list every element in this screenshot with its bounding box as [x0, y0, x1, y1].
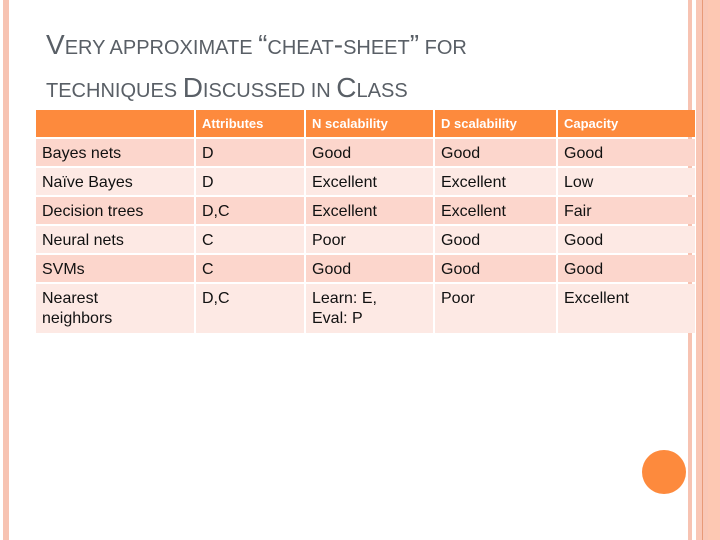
cell-technique: Decision trees [36, 197, 194, 224]
cell-d-scalability: Poor [435, 284, 556, 333]
title-line-1: VERY APPROXIMATE “CHEAT-SHEET” FOR [46, 24, 467, 67]
cell-capacity: Fair [558, 197, 695, 224]
decorative-circle-icon [642, 450, 686, 494]
cell-d-scalability: Good [435, 255, 556, 282]
title-segment: ERY APPROXIMATE [64, 37, 259, 59]
left-border-stripe [3, 0, 9, 540]
comparison-table: Attributes N scalability D scalability C… [34, 108, 697, 335]
cell-attributes: C [196, 226, 304, 253]
title-segment: D [182, 72, 203, 103]
header-cell-attributes: Attributes [196, 110, 304, 137]
table-row: Decision trees D,C Excellent Excellent F… [36, 197, 695, 224]
cell-attributes: D,C [196, 284, 304, 333]
table-row: Neural nets C Poor Good Good [36, 226, 695, 253]
title-segment: TECHNIQUES [46, 80, 183, 102]
cell-attributes: D [196, 139, 304, 166]
cell-n-scalability: Good [306, 255, 433, 282]
cell-capacity: Good [558, 255, 695, 282]
header-cell-technique [36, 110, 194, 137]
title-segment: CHEAT [267, 37, 334, 59]
cell-capacity: Excellent [558, 284, 695, 333]
header-cell-n-scalability: N scalability [306, 110, 433, 137]
cell-n-scalability: Excellent [306, 197, 433, 224]
header-cell-d-scalability: D scalability [435, 110, 556, 137]
cell-technique: Neural nets [36, 226, 194, 253]
cell-n-scalability: Excellent [306, 168, 433, 195]
cell-capacity: Good [558, 139, 695, 166]
table-header-row: Attributes N scalability D scalability C… [36, 110, 695, 137]
title-line-2: TECHNIQUES DISCUSSED IN CLASS [46, 67, 467, 110]
slide-title: VERY APPROXIMATE “CHEAT-SHEET” FOR TECHN… [46, 24, 467, 110]
title-segment: - [333, 29, 344, 60]
title-segment: SHEET [343, 37, 410, 59]
cell-d-scalability: Good [435, 226, 556, 253]
table-row: Bayes nets D Good Good Good [36, 139, 695, 166]
table-row: Naïve Bayes D Excellent Excellent Low [36, 168, 695, 195]
cell-capacity: Low [558, 168, 695, 195]
cell-d-scalability: Good [435, 139, 556, 166]
cell-n-scalability: Learn: E, Eval: P [306, 284, 433, 333]
table-row: SVMs C Good Good Good [36, 255, 695, 282]
stripe [708, 0, 720, 540]
cell-technique: SVMs [36, 255, 194, 282]
cell-d-scalability: Excellent [435, 168, 556, 195]
cell-n-scalability: Poor [306, 226, 433, 253]
cell-technique: Bayes nets [36, 139, 194, 166]
title-segment: ” [409, 29, 420, 60]
cell-attributes: D [196, 168, 304, 195]
cell-technique: Naïve Bayes [36, 168, 194, 195]
cell-d-scalability: Excellent [435, 197, 556, 224]
header-cell-capacity: Capacity [558, 110, 695, 137]
title-segment: FOR [419, 37, 467, 59]
title-segment: ISCUSSED IN [202, 80, 337, 102]
cell-attributes: C [196, 255, 304, 282]
cell-capacity: Good [558, 226, 695, 253]
table-row: Nearest neighbors D,C Learn: E, Eval: P Po… [36, 284, 695, 333]
cell-n-scalability: Good [306, 139, 433, 166]
title-segment: LASS [356, 80, 408, 102]
cell-attributes: D,C [196, 197, 304, 224]
title-segment: C [336, 72, 357, 103]
cell-technique: Nearest neighbors [36, 284, 194, 333]
title-segment: V [46, 29, 65, 60]
